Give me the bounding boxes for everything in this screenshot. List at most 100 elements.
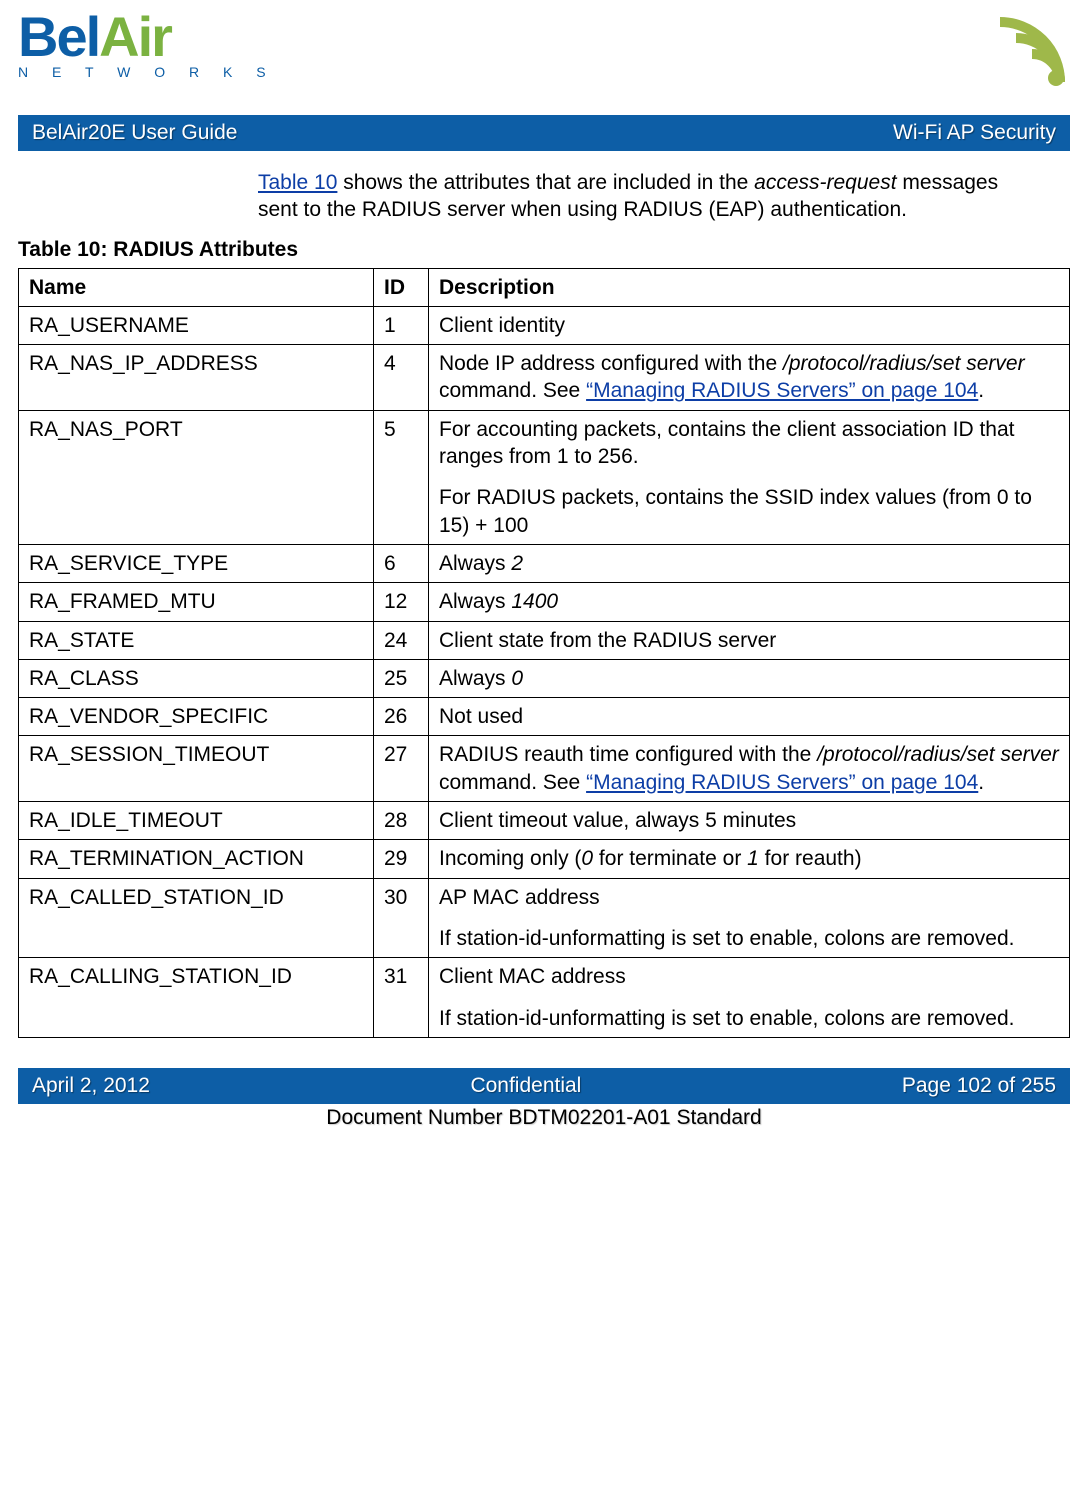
desc-paragraph: RADIUS reauth time configured with the /… bbox=[439, 741, 1059, 796]
text-run: Always bbox=[439, 590, 511, 613]
cell-id: 27 bbox=[374, 736, 429, 802]
cell-id: 26 bbox=[374, 698, 429, 736]
intro-paragraph: Table 10 shows the attributes that are i… bbox=[258, 169, 1038, 224]
footer-center: Confidential bbox=[470, 1074, 581, 1098]
italic-text: 2 bbox=[511, 552, 523, 575]
cell-name: RA_IDLE_TIMEOUT bbox=[19, 802, 374, 840]
cell-id: 31 bbox=[374, 958, 429, 1038]
text-run: Client timeout value, always 5 minutes bbox=[439, 809, 796, 832]
title-left: BelAir20E User Guide bbox=[32, 121, 237, 145]
text-run: for terminate or bbox=[593, 847, 747, 870]
desc-paragraph: Client MAC address bbox=[439, 963, 1059, 990]
desc-paragraph: AP MAC address bbox=[439, 884, 1059, 911]
cell-name: RA_SESSION_TIMEOUT bbox=[19, 736, 374, 802]
cell-id: 1 bbox=[374, 306, 429, 344]
cell-description: RADIUS reauth time configured with the /… bbox=[429, 736, 1070, 802]
desc-paragraph: Always 1400 bbox=[439, 588, 1059, 615]
cell-description: For accounting packets, contains the cli… bbox=[429, 410, 1070, 544]
cell-description: Client MAC address If station-id-unformat… bbox=[429, 958, 1070, 1038]
cell-name: RA_CALLED_STATION_ID bbox=[19, 878, 374, 958]
desc-paragraph: Client timeout value, always 5 minutes bbox=[439, 807, 1059, 834]
italic-text: /protocol/radius/set server bbox=[783, 352, 1025, 375]
desc-paragraph: If station-id-unformatting is set to ena… bbox=[439, 1005, 1059, 1032]
desc-paragraph: Always 0 bbox=[439, 665, 1059, 692]
title-bar: BelAir20E User Guide Wi-Fi AP Security bbox=[18, 115, 1070, 151]
table-row: RA_SERVICE_TYPE6 Always 2 bbox=[19, 544, 1070, 582]
cross-ref-link[interactable]: “Managing RADIUS Servers” on page 104 bbox=[586, 771, 978, 794]
table-header-row: Name ID Description bbox=[19, 268, 1070, 306]
desc-paragraph: Incoming only (0 for terminate or 1 for … bbox=[439, 845, 1059, 872]
page-header: BelAir N E T W O R K S bbox=[18, 12, 1070, 97]
intro-italic: access-request bbox=[754, 171, 896, 194]
radius-attributes-table: Name ID Description RA_USERNAME1Client i… bbox=[18, 268, 1070, 1038]
cell-id: 25 bbox=[374, 659, 429, 697]
cell-name: RA_CLASS bbox=[19, 659, 374, 697]
text-run: Client MAC address bbox=[439, 965, 626, 988]
text-run: If station-id-unformatting is set to ena… bbox=[439, 927, 1014, 950]
cell-name: RA_FRAMED_MTU bbox=[19, 583, 374, 621]
cell-id: 12 bbox=[374, 583, 429, 621]
table-row: RA_VENDOR_SPECIFIC26 Not used bbox=[19, 698, 1070, 736]
text-run: Not used bbox=[439, 705, 523, 728]
desc-paragraph: For accounting packets, contains the cli… bbox=[439, 416, 1059, 471]
cell-name: RA_NAS_IP_ADDRESS bbox=[19, 345, 374, 411]
cell-description: Incoming only (0 for terminate or 1 for … bbox=[429, 840, 1070, 878]
cell-name: RA_CALLING_STATION_ID bbox=[19, 958, 374, 1038]
cell-id: 29 bbox=[374, 840, 429, 878]
table-row: RA_USERNAME1 Client identity bbox=[19, 306, 1070, 344]
cell-description: Always 2 bbox=[429, 544, 1070, 582]
text-run: . bbox=[978, 771, 984, 794]
title-right: Wi-Fi AP Security bbox=[893, 121, 1056, 145]
table-row: RA_IDLE_TIMEOUT28Client timeout value, a… bbox=[19, 802, 1070, 840]
cell-name: RA_USERNAME bbox=[19, 306, 374, 344]
text-run: command. See bbox=[439, 771, 586, 794]
cell-description: Node IP address configured with the /pro… bbox=[429, 345, 1070, 411]
cell-id: 6 bbox=[374, 544, 429, 582]
cell-description: Client state from the RADIUS server bbox=[429, 621, 1070, 659]
cross-ref-link[interactable]: “Managing RADIUS Servers” on page 104 bbox=[586, 379, 978, 402]
cell-name: RA_SERVICE_TYPE bbox=[19, 544, 374, 582]
text-run: command. See bbox=[439, 379, 586, 402]
intro-t1: shows the attributes that are included i… bbox=[337, 171, 754, 194]
text-run: Client identity bbox=[439, 314, 565, 337]
cell-id: 24 bbox=[374, 621, 429, 659]
italic-text: 0 bbox=[581, 847, 593, 870]
table-row: RA_NAS_PORT5For accounting packets, cont… bbox=[19, 410, 1070, 544]
text-run: For accounting packets, contains the cli… bbox=[439, 418, 1014, 468]
table-row: RA_NAS_IP_ADDRESS4Node IP address config… bbox=[19, 345, 1070, 411]
text-run: for reauth) bbox=[759, 847, 862, 870]
italic-text: 0 bbox=[511, 667, 523, 690]
page: BelAir N E T W O R K S BelAir20E User Gu… bbox=[0, 0, 1088, 1130]
th-name: Name bbox=[19, 268, 374, 306]
table-row: RA_CALLED_STATION_ID30AP MAC addressIf s… bbox=[19, 878, 1070, 958]
document-number: Document Number BDTM02201-A01 Standard bbox=[18, 1106, 1070, 1130]
cell-description: Client identity bbox=[429, 306, 1070, 344]
desc-paragraph: For RADIUS packets, contains the SSID in… bbox=[439, 484, 1059, 539]
cell-description: Always 1400 bbox=[429, 583, 1070, 621]
text-run: Node IP address configured with the bbox=[439, 352, 783, 375]
desc-paragraph: Always 2 bbox=[439, 550, 1059, 577]
logo-part2: Air bbox=[99, 5, 171, 68]
text-run: AP MAC address bbox=[439, 886, 600, 909]
desc-paragraph: Client identity bbox=[439, 312, 1059, 339]
italic-text: 1 bbox=[747, 847, 759, 870]
cell-name: RA_STATE bbox=[19, 621, 374, 659]
cell-name: RA_VENDOR_SPECIFIC bbox=[19, 698, 374, 736]
footer-right: Page 102 of 255 bbox=[902, 1074, 1056, 1098]
table-row: RA_STATE24 Client state from the RADIUS s… bbox=[19, 621, 1070, 659]
cell-description: AP MAC address If station-id-unformatting… bbox=[429, 878, 1070, 958]
italic-text: 1400 bbox=[511, 590, 558, 613]
cell-description: Always 0 bbox=[429, 659, 1070, 697]
desc-paragraph: Not used bbox=[439, 703, 1059, 730]
table-row: RA_TERMINATION_ACTION29Incoming only (0 … bbox=[19, 840, 1070, 878]
signal-icon bbox=[950, 12, 1070, 97]
intro-link[interactable]: Table 10 bbox=[258, 171, 337, 194]
text-run: Incoming only ( bbox=[439, 847, 581, 870]
footer-left: April 2, 2012 bbox=[32, 1074, 150, 1098]
desc-paragraph: Client state from the RADIUS server bbox=[439, 627, 1059, 654]
logo-part1: Bel bbox=[18, 5, 99, 68]
logo-wordmark: BelAir bbox=[18, 12, 276, 62]
table-caption: Table 10: RADIUS Attributes bbox=[18, 238, 1070, 262]
cell-id: 5 bbox=[374, 410, 429, 544]
text-run: RADIUS reauth time configured with the bbox=[439, 743, 817, 766]
